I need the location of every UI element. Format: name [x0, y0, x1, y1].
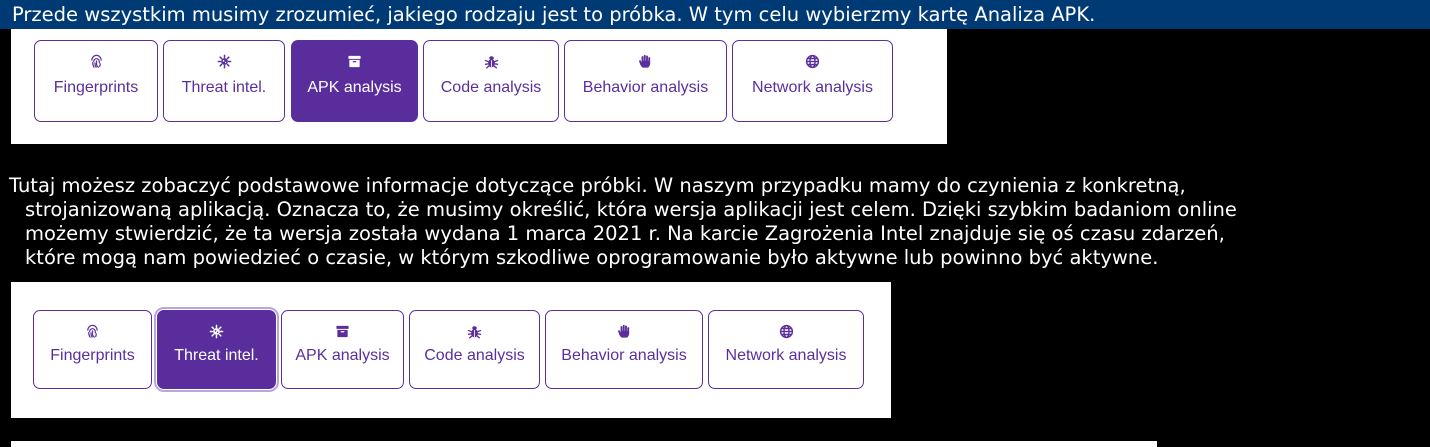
virus-icon: [164, 53, 284, 69]
tab-label: APK analysis: [307, 79, 402, 96]
heading-text: Przede wszystkim musimy zrozumieć, jakie…: [12, 3, 1096, 26]
globe-icon: [733, 53, 892, 69]
tab-code-analysis[interactable]: Code analysis: [409, 310, 540, 389]
tab-label: Behavior analysis: [561, 347, 687, 364]
screenshot-page: Przede wszystkim musimy zrozumieć, jakie…: [0, 0, 1430, 447]
title-bar: Przede wszystkim musimy zrozumieć, jakie…: [0, 0, 1430, 29]
tab-label: Threat intel.: [181, 79, 267, 96]
tab-label: Code analysis: [440, 79, 542, 96]
paragraph-line: które mogą nam powiedzieć o czasie, w kt…: [25, 246, 1159, 269]
tab-label: Code analysis: [424, 347, 525, 364]
paragraph-line: możemy stwierdzić, że ta wersja została …: [25, 222, 1225, 245]
hand-icon: [546, 323, 702, 339]
description-paragraph: Tutaj możesz zobaczyć podstawowe informa…: [9, 174, 1237, 270]
tab-fingerprints[interactable]: Fingerprints: [33, 310, 152, 389]
tab-behavior-analysis[interactable]: Behavior analysis: [564, 40, 727, 122]
tab-label: Threat intel.: [174, 347, 259, 364]
tabs-panel-bottom: Fingerprints Threat intel. APK analysis …: [11, 282, 891, 418]
globe-icon: [709, 323, 863, 339]
tab-apk-analysis[interactable]: APK analysis: [281, 310, 404, 389]
tabs-panel-top: Fingerprints Threat intel. APK analysis …: [11, 29, 947, 144]
tab-label: Network analysis: [752, 79, 873, 96]
archive-icon: [282, 323, 403, 339]
tab-threat-intel[interactable]: Threat intel.: [154, 307, 279, 392]
fingerprint-icon: [35, 53, 157, 69]
tab-label: Behavior analysis: [582, 79, 709, 96]
paragraph-line: Tutaj możesz zobaczyć podstawowe informa…: [9, 174, 1186, 197]
tab-label: Fingerprints: [53, 79, 139, 96]
paragraph-line: strojanizowaną aplikacją. Oznacza to, że…: [25, 198, 1237, 221]
tab-network-analysis[interactable]: Network analysis: [708, 310, 864, 389]
tab-label: APK analysis: [295, 347, 390, 364]
tab-threat-intel[interactable]: Threat intel.: [163, 40, 285, 122]
bug-icon: [410, 323, 539, 339]
bug-icon: [424, 53, 558, 69]
tab-apk-analysis[interactable]: APK analysis: [291, 40, 418, 122]
tab-network-analysis[interactable]: Network analysis: [732, 40, 893, 122]
virus-icon: [158, 323, 275, 339]
tab-fingerprints[interactable]: Fingerprints: [34, 40, 158, 122]
tab-label: Network analysis: [725, 347, 847, 364]
hand-icon: [565, 53, 726, 69]
archive-icon: [292, 53, 417, 69]
fingerprint-icon: [34, 323, 151, 339]
next-panel-edge: [11, 441, 1157, 447]
tab-label: Fingerprints: [50, 347, 135, 364]
tab-code-analysis[interactable]: Code analysis: [423, 40, 559, 122]
tab-behavior-analysis[interactable]: Behavior analysis: [545, 310, 703, 389]
